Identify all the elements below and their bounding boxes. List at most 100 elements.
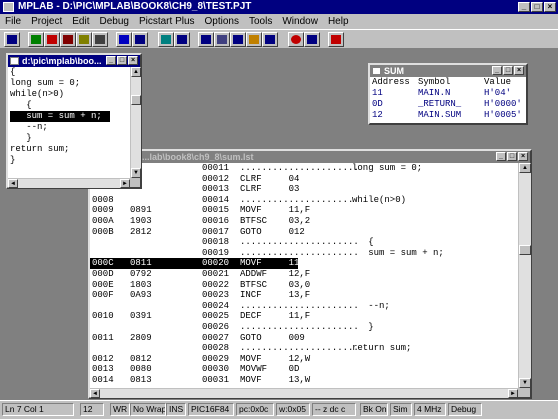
listing-row[interactable]: 00019...................... sum = sum + … xyxy=(90,248,518,259)
listing-line-number: 00023 xyxy=(202,290,230,301)
scroll-up-icon[interactable]: ▲ xyxy=(131,67,141,77)
stack-icon[interactable] xyxy=(174,32,190,47)
source-line[interactable]: while(n>0) xyxy=(10,89,130,100)
source-line[interactable]: } xyxy=(10,133,130,144)
listing-row[interactable]: 00024...................... --n; xyxy=(90,301,518,312)
memory-icon[interactable] xyxy=(198,32,214,47)
listing-row[interactable]: 00026...................... } xyxy=(90,322,518,333)
listing-window[interactable]: ...lab\book8\ch9_8\sum.lst _ □ × 00011..… xyxy=(88,149,532,399)
watch-row-address[interactable]: 11 xyxy=(372,88,383,98)
listing-row[interactable]: 000C 0811 00020 MOVF 11,W xyxy=(90,258,310,269)
listing-row[interactable]: 00012 CLRF 04 xyxy=(90,174,518,185)
open-icon[interactable] xyxy=(4,32,20,47)
scroll-left-icon[interactable]: ◄ xyxy=(90,389,100,398)
stopwatch-icon[interactable] xyxy=(304,32,320,47)
source-editor[interactable]: {long sum = 0; while(n>0) { sum = sum + n… xyxy=(8,67,130,178)
close-icon[interactable]: × xyxy=(544,2,556,12)
listing-row[interactable]: 000D 0792 00021 ADDWF 12,F xyxy=(90,269,518,280)
listing-row[interactable]: 000B 2812 00017 GOTO 012 xyxy=(90,227,518,238)
scroll-up-icon[interactable]: ▲ xyxy=(519,163,531,173)
maximize-icon[interactable]: □ xyxy=(531,2,543,12)
menu-project[interactable]: Project xyxy=(26,16,67,27)
watch-row-address[interactable]: 0D xyxy=(372,99,383,109)
listing-row[interactable]: 000E 1803 00022 BTFSC 03,0 xyxy=(90,280,518,291)
listing-row[interactable]: 000A 1903 00016 BTFSC 03,2 xyxy=(90,216,518,227)
app-titlebar[interactable]: MPLAB - D:\PIC\MPLAB\BOOK8\CH9_8\TEST.PJ… xyxy=(0,0,558,14)
listing-row[interactable]: 0014 0813 00031 MOVF 13,W xyxy=(90,375,518,386)
watch-minimize-icon[interactable]: _ xyxy=(492,66,502,75)
source-window[interactable]: d:\pic\mplab\boo... _ □ × {long sum = 0;… xyxy=(6,53,142,189)
source-hscrollbar[interactable]: ◄ ► xyxy=(8,178,130,188)
listing-hscrollbar[interactable]: ◄ ► xyxy=(90,388,518,398)
run-icon[interactable] xyxy=(28,32,44,47)
watch-icon[interactable] xyxy=(116,32,132,47)
menu-tools[interactable]: Tools xyxy=(244,16,277,27)
listing-row[interactable]: 0010 0391 00025 DECF 11,F xyxy=(90,311,518,322)
listing-row[interactable]: 0013 0080 00030 MOVWF 0D xyxy=(90,364,518,375)
scroll-down-icon[interactable]: ▼ xyxy=(519,378,531,388)
listing-row[interactable]: 00028...................... return sum; xyxy=(90,343,518,354)
registers-icon[interactable] xyxy=(214,32,230,47)
watch-row-symbol[interactable]: MAIN.SUM xyxy=(418,110,461,120)
step-over-icon[interactable] xyxy=(76,32,92,47)
app-icon[interactable] xyxy=(3,2,14,12)
listing-minimize-icon[interactable]: _ xyxy=(496,152,506,161)
source-line[interactable]: --n; xyxy=(10,122,130,133)
source-close-icon[interactable]: × xyxy=(128,56,138,65)
trace-icon[interactable] xyxy=(132,32,148,47)
source-line[interactable]: return sum; xyxy=(10,144,130,155)
source-maximize-icon[interactable]: □ xyxy=(117,56,127,65)
watch-row-address[interactable]: 12 xyxy=(372,110,383,120)
listing-row[interactable]: 0012 0812 00029 MOVF 12,W xyxy=(90,354,518,365)
breakpoint-icon[interactable] xyxy=(158,32,174,47)
watch-row-value[interactable]: H'04' xyxy=(484,88,511,98)
menu-options[interactable]: Options xyxy=(200,16,244,27)
minimize-icon[interactable]: _ xyxy=(518,2,530,12)
options-icon[interactable] xyxy=(288,32,304,47)
source-minimize-icon[interactable]: _ xyxy=(106,56,116,65)
source-line[interactable]: { xyxy=(10,100,130,111)
source-line[interactable]: } xyxy=(10,155,130,166)
symbol-icon[interactable] xyxy=(230,32,246,47)
listing-row[interactable]: 00013 CLRF 03 xyxy=(90,184,518,195)
menu-file[interactable]: File xyxy=(0,16,26,27)
listing-row[interactable]: 0009 0891 00015 MOVF 11,F xyxy=(90,205,518,216)
scroll-left-icon[interactable]: ◄ xyxy=(8,179,18,188)
listing-row[interactable]: 0008 00014...................... while(n>0… xyxy=(90,195,518,206)
watch-row-symbol[interactable]: MAIN.N xyxy=(418,88,450,98)
listing-maximize-icon[interactable]: □ xyxy=(507,152,517,161)
menu-help[interactable]: Help xyxy=(323,16,354,27)
listing-close-icon[interactable]: × xyxy=(518,152,528,161)
listing-row[interactable]: 000F 0A93 00023 INCF 13,F xyxy=(90,290,518,301)
listing-content[interactable]: 00011...................... long sum = 0;… xyxy=(90,163,518,388)
listing-row[interactable]: 00018...................... { xyxy=(90,237,518,248)
source-vscrollbar[interactable]: ▲ ▼ xyxy=(130,67,141,178)
halt-icon[interactable] xyxy=(44,32,60,47)
source-scroll-thumb[interactable] xyxy=(131,95,141,105)
watch-close-icon[interactable]: × xyxy=(514,66,524,75)
reset-icon[interactable] xyxy=(92,32,108,47)
program-icon[interactable] xyxy=(246,32,262,47)
listing-scroll-thumb[interactable] xyxy=(519,245,531,255)
listing-row[interactable]: 0011 2809 00027 GOTO 009 xyxy=(90,333,518,344)
watch-row-symbol[interactable]: _RETURN_ xyxy=(418,99,461,109)
step-icon[interactable] xyxy=(60,32,76,47)
scroll-down-icon[interactable]: ▼ xyxy=(131,168,141,178)
source-line[interactable]: sum = sum + n; xyxy=(10,111,110,122)
menu-debug[interactable]: Debug xyxy=(94,16,133,27)
listing-row[interactable]: 00011...................... long sum = 0; xyxy=(90,163,518,174)
menu-picstart-plus[interactable]: Picstart Plus xyxy=(134,16,200,27)
menu-window[interactable]: Window xyxy=(277,16,323,27)
chip-icon[interactable] xyxy=(262,32,278,47)
scroll-right-icon[interactable]: ► xyxy=(508,389,518,398)
menu-edit[interactable]: Edit xyxy=(67,16,94,27)
watch-row-value[interactable]: H'0005' xyxy=(484,110,522,120)
help-icon[interactable] xyxy=(328,32,344,47)
scroll-right-icon[interactable]: ► xyxy=(120,179,130,188)
watch-maximize-icon[interactable]: □ xyxy=(503,66,513,75)
source-line[interactable]: { xyxy=(10,67,130,78)
watch-window[interactable]: SUM _ □ × Address Symbol Value 11 MAIN.N… xyxy=(368,63,528,125)
watch-row-value[interactable]: H'0000' xyxy=(484,99,522,109)
listing-vscrollbar[interactable]: ▲ ▼ xyxy=(518,163,531,388)
source-line[interactable]: long sum = 0; xyxy=(10,78,130,89)
